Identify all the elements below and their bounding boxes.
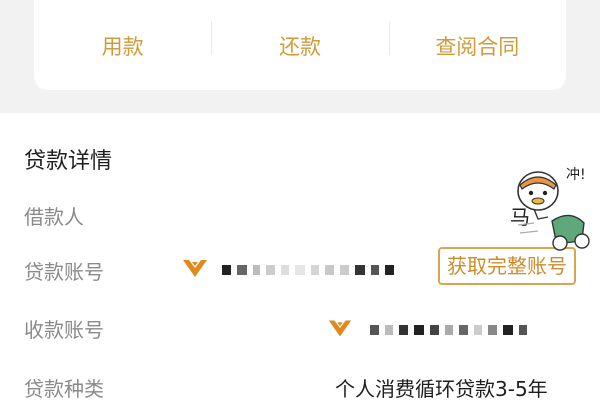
section-title: 贷款详情 — [24, 149, 113, 174]
loan-type-label: 贷款种类 — [24, 377, 104, 400]
loan-actions-card: 用款 还款 查阅合同 — [34, 0, 566, 90]
bank-logo-icon — [180, 257, 210, 283]
borrower-label: 借款人 — [24, 205, 84, 229]
masked-receiving-account-number — [370, 319, 533, 338]
sticker-text: 冲! — [566, 167, 586, 183]
masked-loan-account-number — [222, 259, 400, 278]
receiving-account-label: 收款账号 — [24, 318, 104, 342]
loan-details-section: 贷款详情 借款人 马 贷款账号 获取完整账号 收款账号 贷款种类 个人消费循环贷… — [0, 113, 600, 400]
repay-button[interactable]: 还款 — [211, 21, 388, 61]
duck-scooter-sticker-icon: 冲! — [508, 163, 598, 257]
bank-logo-icon — [326, 317, 354, 343]
use-loan-button[interactable]: 用款 — [34, 29, 211, 61]
view-contract-button[interactable]: 查阅合同 — [388, 21, 566, 61]
loan-type-value: 个人消费循环贷款3-5年 — [335, 377, 548, 400]
loan-account-label: 贷款账号 — [24, 260, 104, 284]
